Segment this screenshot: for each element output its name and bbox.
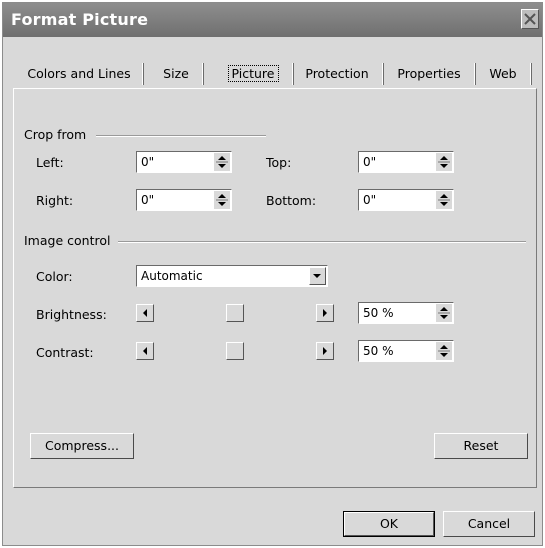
tab-label: Web bbox=[489, 66, 517, 81]
crop-right-spinner[interactable]: 0" bbox=[136, 189, 232, 211]
crop-bottom-label: Bottom: bbox=[266, 193, 317, 208]
brightness-label: Brightness: bbox=[36, 307, 107, 322]
chevron-down-icon bbox=[313, 274, 321, 278]
tab-strip: Colors and Lines Size Picture Protection… bbox=[9, 53, 537, 85]
scroll-right-button[interactable] bbox=[316, 304, 334, 322]
cancel-button[interactable]: Cancel bbox=[443, 511, 535, 537]
crop-left-value: 0" bbox=[141, 155, 155, 169]
tab-properties[interactable]: Properties bbox=[385, 63, 476, 85]
close-button[interactable] bbox=[521, 9, 539, 29]
brightness-value: 50 % bbox=[363, 306, 394, 320]
picture-tab-panel: Crop from Left: 0" Top: 0" Right: 0" Bot… bbox=[13, 88, 537, 488]
spinner-arrows-icon[interactable] bbox=[214, 191, 230, 209]
ok-button-label: OK bbox=[379, 516, 399, 531]
tab-size[interactable]: Size bbox=[151, 63, 204, 85]
color-dropdown[interactable]: Automatic bbox=[136, 265, 328, 287]
contrast-label: Contrast: bbox=[36, 345, 94, 360]
color-value: Automatic bbox=[141, 269, 203, 283]
contrast-slider[interactable] bbox=[136, 342, 334, 360]
tab-label: Protection bbox=[305, 66, 369, 81]
spinner-arrows-icon[interactable] bbox=[436, 342, 452, 360]
spinner-arrows-icon[interactable] bbox=[436, 153, 452, 171]
ok-button[interactable]: OK bbox=[343, 511, 435, 537]
spinner-arrows-icon[interactable] bbox=[436, 191, 452, 209]
scroll-left-button[interactable] bbox=[136, 342, 154, 360]
tab-label: Picture bbox=[227, 65, 279, 82]
contrast-spinner[interactable]: 50 % bbox=[358, 340, 454, 362]
image-control-divider bbox=[118, 241, 526, 243]
dialog-title: Format Picture bbox=[11, 10, 149, 29]
tab-picture[interactable]: Picture bbox=[215, 63, 294, 85]
contrast-thumb[interactable] bbox=[226, 342, 244, 360]
spinner-arrows-icon[interactable] bbox=[214, 153, 230, 171]
crop-left-label: Left: bbox=[36, 155, 64, 170]
arrow-right-icon bbox=[323, 309, 327, 317]
crop-bottom-value: 0" bbox=[363, 193, 377, 207]
crop-left-spinner[interactable]: 0" bbox=[136, 151, 232, 173]
brightness-spinner[interactable]: 50 % bbox=[358, 302, 454, 324]
tab-web[interactable]: Web bbox=[477, 63, 532, 85]
tab-label: Colors and Lines bbox=[27, 66, 131, 81]
dropdown-button[interactable] bbox=[309, 267, 326, 285]
close-icon bbox=[524, 13, 536, 25]
reset-button[interactable]: Reset bbox=[434, 433, 528, 459]
arrow-left-icon bbox=[143, 309, 147, 317]
crop-group-divider bbox=[96, 135, 266, 137]
arrow-right-icon bbox=[323, 347, 327, 355]
tab-label: Size bbox=[163, 66, 189, 81]
contrast-value: 50 % bbox=[363, 344, 394, 358]
brightness-thumb[interactable] bbox=[226, 304, 244, 322]
crop-right-value: 0" bbox=[141, 193, 155, 207]
title-bar[interactable]: Format Picture bbox=[3, 3, 542, 37]
color-label: Color: bbox=[36, 269, 73, 284]
brightness-slider[interactable] bbox=[136, 304, 334, 322]
spinner-arrows-icon[interactable] bbox=[436, 304, 452, 322]
tab-colors-and-lines[interactable]: Colors and Lines bbox=[17, 63, 144, 85]
crop-top-spinner[interactable]: 0" bbox=[358, 151, 454, 173]
tab-protection[interactable]: Protection bbox=[293, 63, 384, 85]
arrow-left-icon bbox=[143, 347, 147, 355]
crop-right-label: Right: bbox=[36, 193, 74, 208]
crop-top-label: Top: bbox=[266, 155, 292, 170]
scroll-right-button[interactable] bbox=[316, 342, 334, 360]
format-picture-dialog: Format Picture Colors and Lines Size Pic… bbox=[2, 2, 543, 546]
image-control-group-label: Image control bbox=[24, 233, 111, 248]
crop-bottom-spinner[interactable]: 0" bbox=[358, 189, 454, 211]
crop-top-value: 0" bbox=[363, 155, 377, 169]
scroll-left-button[interactable] bbox=[136, 304, 154, 322]
compress-button[interactable]: Compress... bbox=[30, 433, 134, 459]
crop-from-group-label: Crop from bbox=[24, 127, 87, 142]
tab-label: Properties bbox=[397, 66, 461, 81]
